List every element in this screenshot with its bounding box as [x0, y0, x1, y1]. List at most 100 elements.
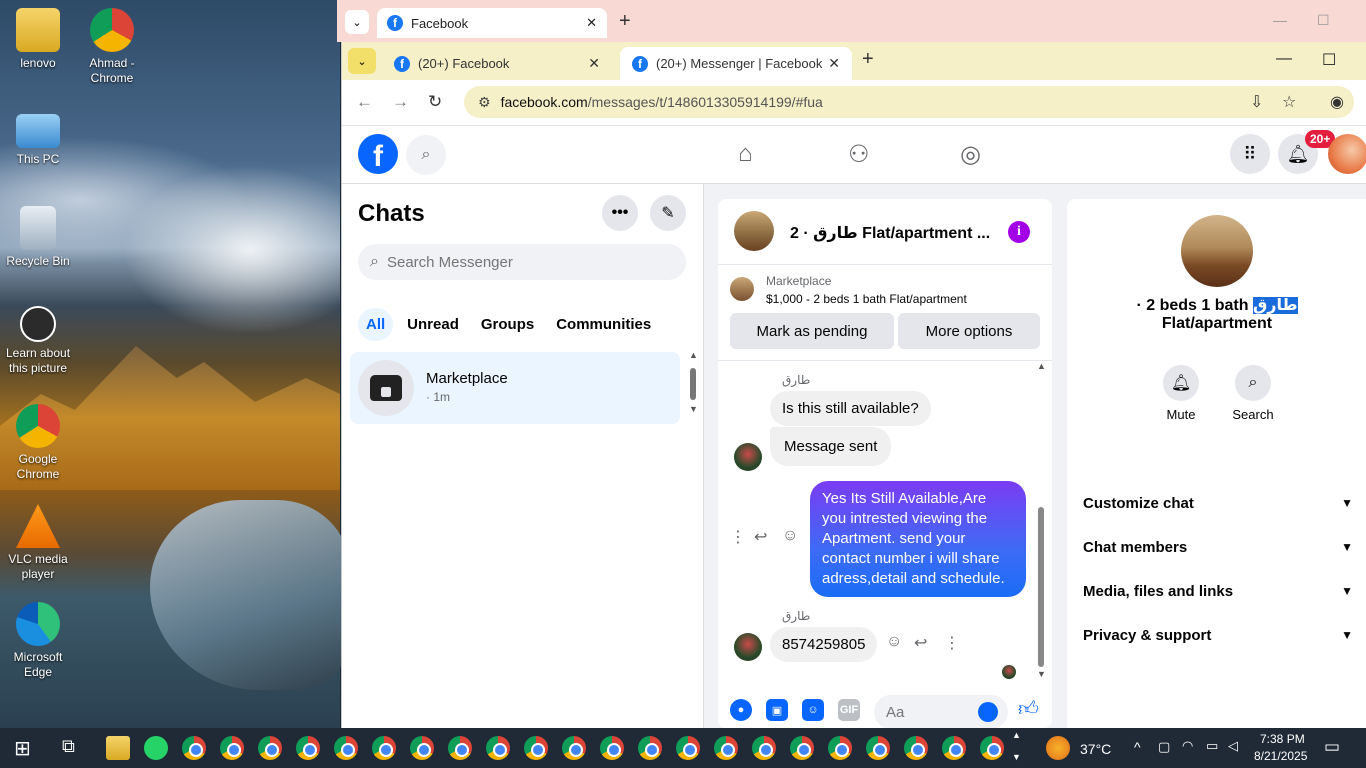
conversation-item-marketplace[interactable]: Marketplace · 1m [350, 352, 680, 424]
taskbar-chrome-icon[interactable] [752, 736, 776, 760]
tray-chevron-icon[interactable]: ^ [1134, 739, 1141, 755]
clock-date[interactable]: 8/21/2025 [1254, 749, 1307, 763]
facebook-search-button[interactable]: ⌕ [406, 135, 446, 175]
more-vertical-icon[interactable]: ⋮ [730, 527, 746, 547]
filter-groups[interactable]: Groups [473, 308, 542, 341]
scroll-down-icon[interactable]: ▼ [689, 404, 698, 414]
react-emoji-icon[interactable]: ☺ [886, 633, 902, 651]
windows-start-icon[interactable]: ⊞ [14, 736, 38, 760]
new-message-button[interactable]: ✎ [650, 195, 686, 231]
home-icon[interactable]: ⌂ [738, 140, 753, 168]
desktop-icon-learn-picture[interactable]: Learn about this picture [0, 306, 76, 376]
account-avatar[interactable] [1328, 134, 1366, 174]
scroll-up-icon[interactable]: ▲ [1037, 361, 1046, 371]
taskbar-chrome-icon[interactable] [334, 736, 358, 760]
search-messenger-input[interactable] [386, 253, 667, 271]
section-media-files-links[interactable]: Media, files and links ▼ [1083, 579, 1353, 603]
image-attach-icon[interactable]: ▣ [766, 699, 788, 721]
filter-all[interactable]: All [358, 308, 394, 341]
taskbar-chrome-icon[interactable] [448, 736, 472, 760]
bookmark-star-icon[interactable]: ☆ [1282, 92, 1296, 112]
filter-unread[interactable]: Unread [399, 308, 467, 341]
taskbar-chrome-icon[interactable] [714, 736, 738, 760]
emoji-icon[interactable] [978, 702, 998, 722]
filter-communities[interactable]: Communities [548, 308, 659, 341]
desktop-icon-recycle-bin[interactable]: Recycle Bin [0, 206, 76, 269]
react-emoji-icon[interactable]: ☺ [782, 527, 798, 545]
install-app-icon[interactable]: ⇩ [1250, 92, 1263, 112]
message-bubble-incoming[interactable]: Message sent [770, 427, 892, 466]
forward-arrow-icon[interactable]: → [392, 92, 409, 112]
more-vertical-icon[interactable]: ⋮ [944, 633, 960, 653]
taskbar-chrome-icon[interactable] [258, 736, 282, 760]
taskbar-scroll-up-icon[interactable]: ▲ [1012, 730, 1021, 740]
file-explorer-icon[interactable] [106, 736, 130, 760]
taskbar-chrome-icon[interactable] [524, 736, 548, 760]
microphone-icon[interactable]: ● [730, 699, 752, 721]
chats-scrollbar[interactable]: ▲ ▼ [688, 350, 698, 416]
maximize-icon[interactable]: ☐ [1322, 50, 1336, 70]
desktop-icon-lenovo[interactable]: lenovo [0, 8, 76, 71]
groups-icon[interactable]: ◎ [960, 140, 981, 169]
message-bubble-outgoing[interactable]: Yes Its Still Available,Are you intreste… [810, 481, 1026, 597]
desktop-icon-edge[interactable]: Microsoft Edge [0, 602, 76, 680]
message-bubble-incoming[interactable]: Is this still available? [770, 391, 931, 426]
scroll-down-icon[interactable]: ▼ [1037, 669, 1046, 679]
reply-icon[interactable]: ↩ [754, 527, 767, 547]
tab-messenger[interactable]: f (20+) Messenger | Facebook ✕ [620, 47, 852, 80]
taskbar-scroll-down-icon[interactable]: ▼ [1012, 752, 1021, 762]
reload-icon[interactable]: ↻ [428, 92, 442, 112]
minimize-icon[interactable]: — [1273, 12, 1287, 28]
taskbar-chrome-icon[interactable] [182, 736, 206, 760]
desktop-icon-ahmad-chrome[interactable]: Ahmad - Chrome [74, 8, 150, 86]
maximize-icon[interactable]: ☐ [1317, 12, 1330, 29]
more-options-button[interactable]: More options [898, 313, 1040, 349]
section-chat-members[interactable]: Chat members ▼ [1083, 535, 1353, 559]
search-chat-button[interactable]: ⌕ Search [1223, 365, 1283, 422]
conversation-title[interactable]: طارق · 2 Flat/apartment ... [790, 223, 990, 243]
mark-as-pending-button[interactable]: Mark as pending [730, 313, 894, 349]
new-tab-icon[interactable]: + [862, 48, 874, 71]
taskbar-chrome-icon[interactable] [410, 736, 434, 760]
whatsapp-icon[interactable] [144, 736, 168, 760]
scroll-up-icon[interactable]: ▲ [689, 350, 698, 360]
section-privacy-support[interactable]: Privacy & support ▼ [1083, 623, 1353, 647]
sticker-icon[interactable]: ☺ [802, 699, 824, 721]
thumbs-up-icon[interactable]: 👍︎ [1018, 697, 1039, 721]
new-tab-icon[interactable]: + [619, 10, 631, 33]
section-customize-chat[interactable]: Customize chat ▼ [1083, 491, 1353, 515]
taskbar-chrome-icon[interactable] [372, 736, 396, 760]
notification-center-icon[interactable]: ▭ [1324, 737, 1340, 757]
message-bubble-incoming[interactable]: 8574259805 [770, 627, 878, 662]
gif-icon[interactable]: GIF [838, 699, 860, 721]
weather-sun-icon[interactable] [1046, 736, 1070, 760]
battery-icon[interactable]: ▭ [1206, 738, 1218, 754]
contact-avatar[interactable] [1181, 215, 1253, 287]
taskbar-chrome-icon[interactable] [980, 736, 1004, 760]
wifi-icon[interactable]: ◠ [1182, 738, 1193, 754]
volume-icon[interactable]: ◁ [1228, 738, 1238, 754]
conversation-scrollbar[interactable]: ▲ ▼ [1036, 361, 1046, 679]
tab-facebook[interactable]: f (20+) Facebook ✕ [382, 47, 612, 80]
chats-options-button[interactable]: ••• [602, 195, 638, 231]
desktop-icon-this-pc[interactable]: This PC [0, 108, 76, 167]
sender-avatar[interactable] [734, 633, 762, 661]
taskbar-chrome-icon[interactable] [486, 736, 510, 760]
minimize-icon[interactable]: — [1276, 50, 1292, 68]
listing-thumbnail[interactable] [730, 277, 754, 301]
friends-icon[interactable]: ⚇ [848, 140, 870, 169]
menu-grid-button[interactable]: ⠿ [1230, 134, 1270, 174]
taskbar-chrome-icon[interactable] [790, 736, 814, 760]
listing-description[interactable]: $1,000 - 2 beds 1 bath Flat/apartment [766, 292, 967, 306]
mute-button[interactable]: 🔔︎ Mute [1151, 365, 1211, 422]
close-tab-icon[interactable]: ✕ [586, 15, 597, 31]
info-icon[interactable]: i [1008, 221, 1030, 243]
url-field[interactable]: ⚙ facebook.com/messages/t/14860133059141… [464, 86, 1354, 118]
clock-time[interactable]: 7:38 PM [1260, 732, 1305, 746]
task-view-icon[interactable]: ⧉ [62, 736, 86, 760]
tray-device-icon[interactable]: ▢ [1158, 739, 1170, 755]
desktop-icon-vlc[interactable]: VLC media player [0, 504, 76, 582]
taskbar-chrome-icon[interactable] [866, 736, 890, 760]
scroll-thumb[interactable] [1038, 507, 1044, 667]
taskbar-chrome-icon[interactable] [676, 736, 700, 760]
